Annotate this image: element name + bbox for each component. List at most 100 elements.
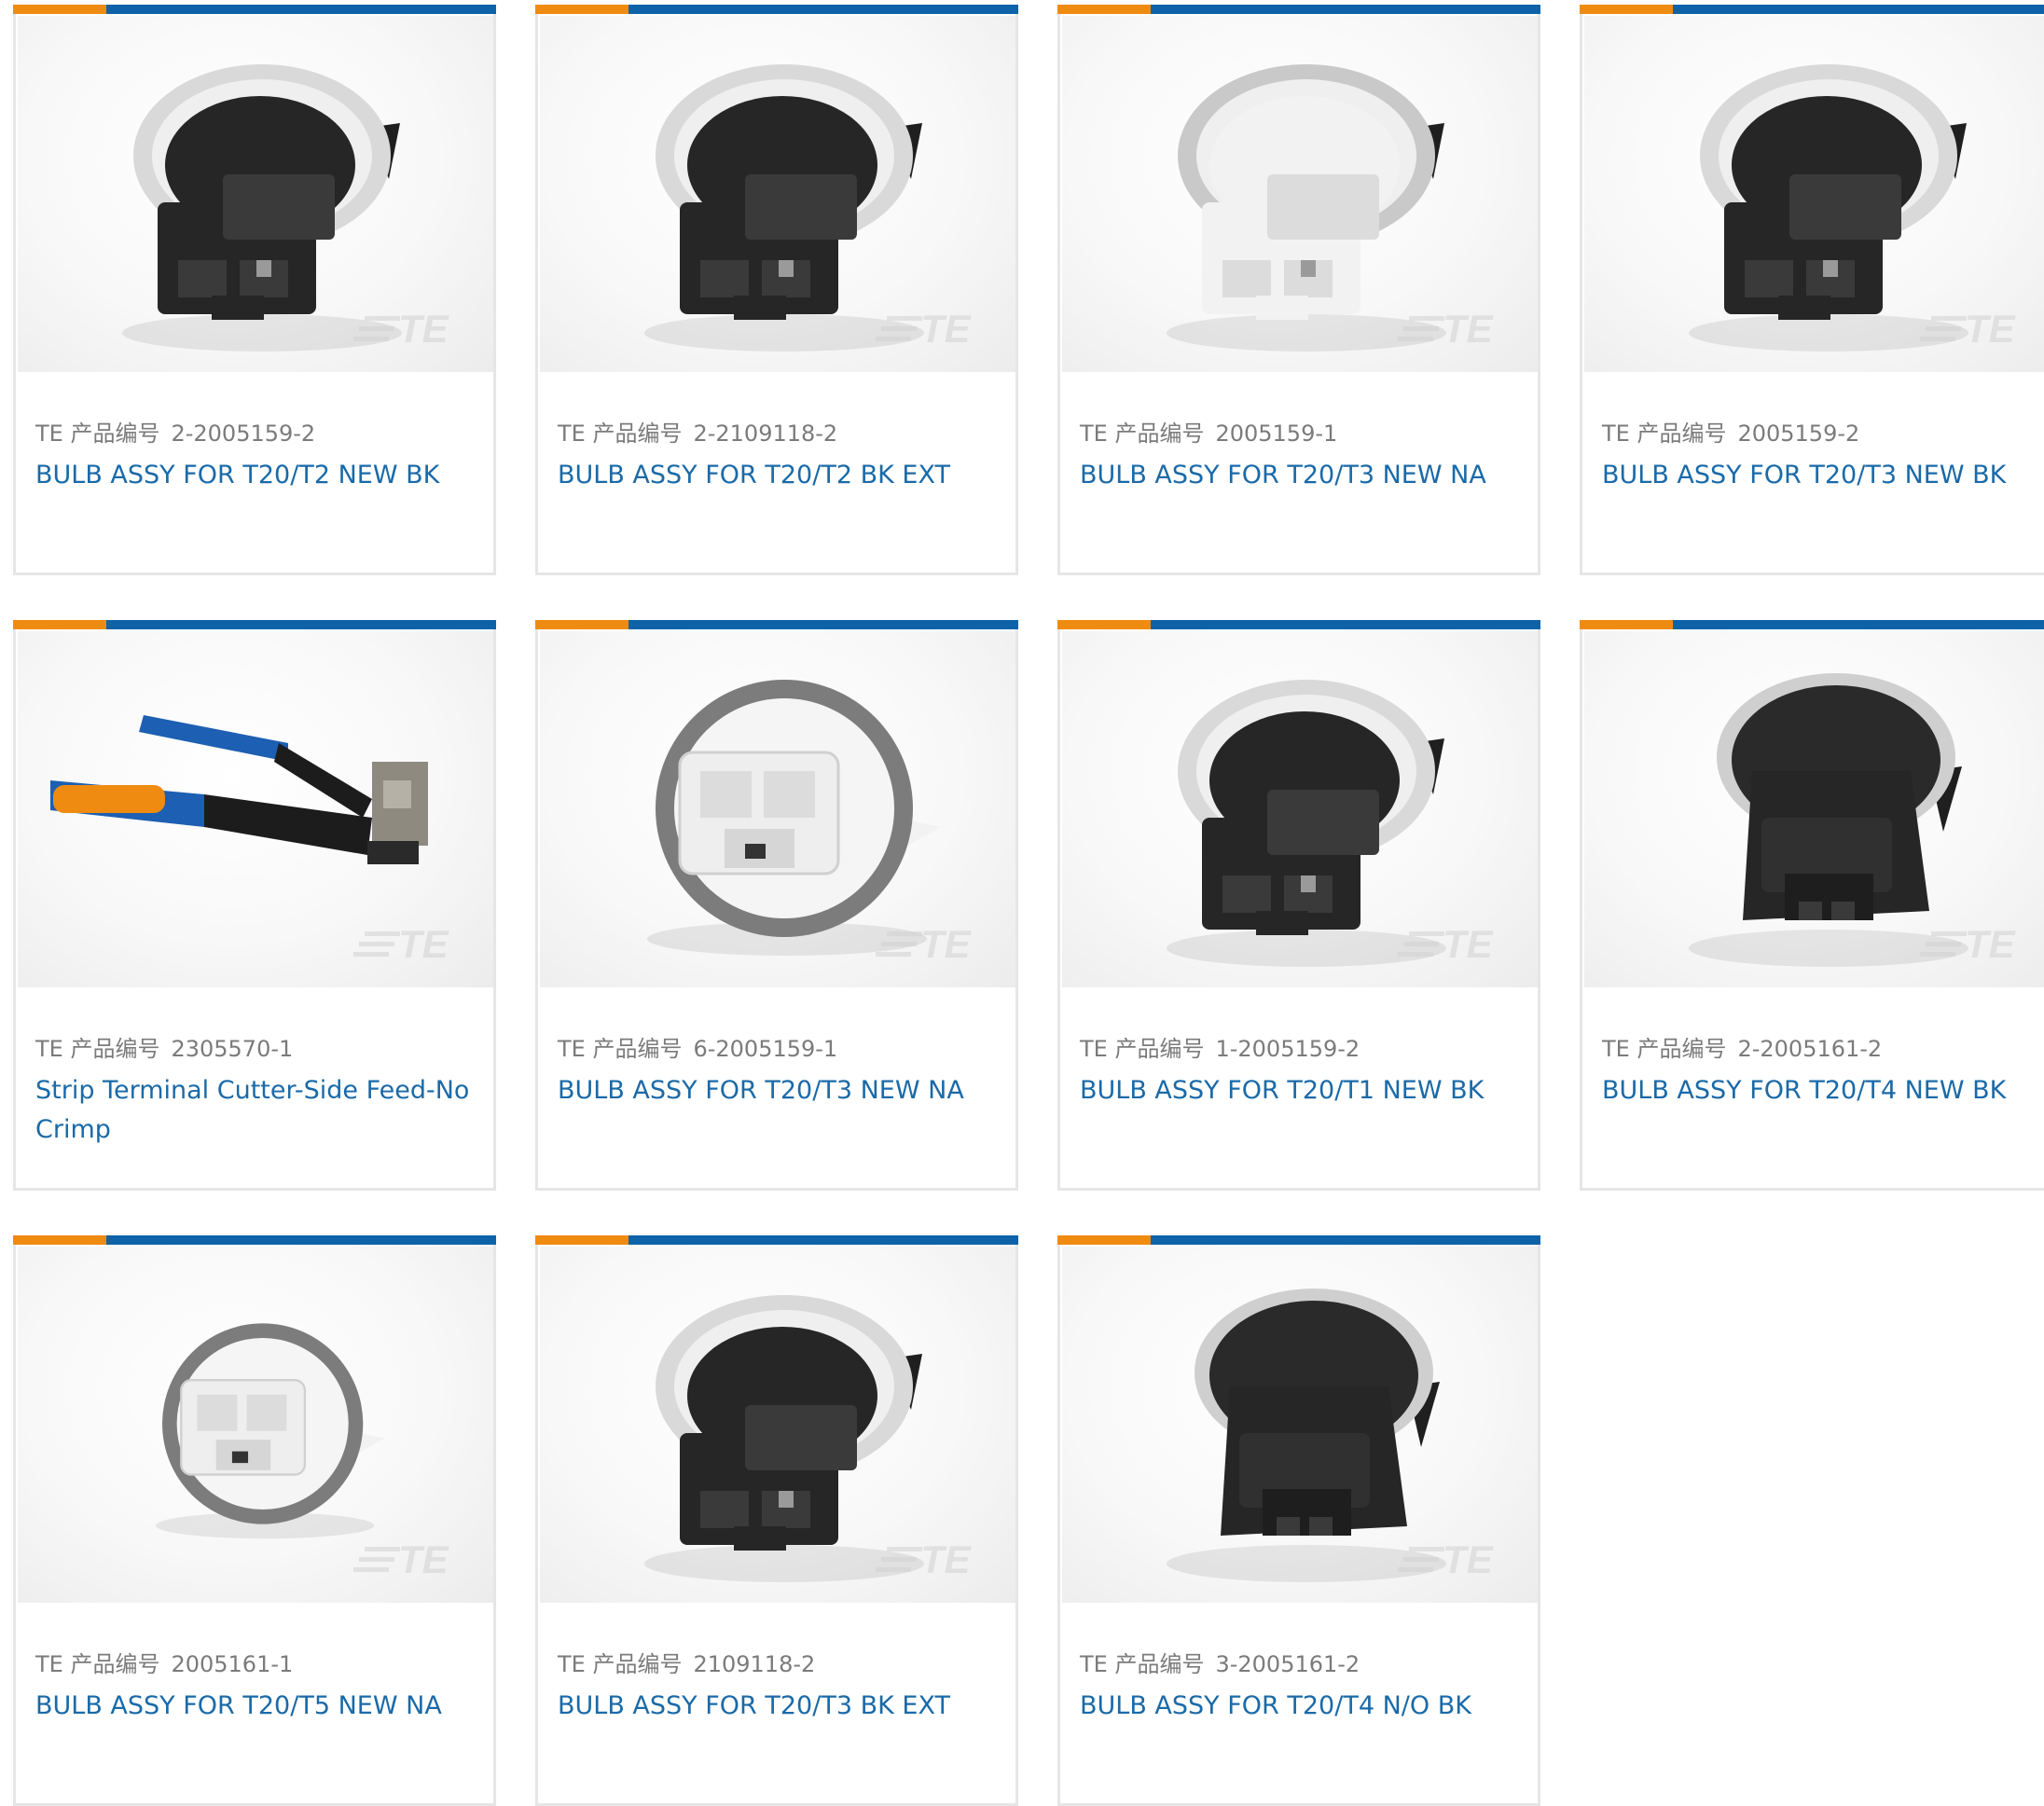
accent-bar-orange: [535, 5, 628, 14]
accent-bar-orange: [13, 1235, 106, 1245]
svg-text:TE: TE: [398, 1537, 450, 1581]
card-accent-bar: [1057, 620, 1540, 629]
product-card[interactable]: TE TE 产品编号 2109118-2 BULB ASSY FOR T20/T3 B…: [535, 1235, 1018, 1806]
card-accent-bar: [13, 5, 496, 14]
part-number-line: TE 产品编号 2005161-1: [35, 1646, 293, 1678]
svg-text:TE: TE: [920, 1537, 973, 1581]
product-image[interactable]: TE: [18, 1247, 493, 1603]
part-number: 2-2005161-2: [1737, 1036, 1883, 1062]
part-number-line: TE 产品编号 2305570-1: [35, 1030, 293, 1063]
part-number-label: TE 产品编号: [35, 1036, 160, 1062]
card-accent-bar: [535, 620, 1018, 629]
product-card[interactable]: TE TE 产品编号 2005159-2 BULB ASSY FOR T20/T3 N…: [1580, 5, 2044, 575]
product-card[interactable]: TE TE 产品编号 2305570-1 Strip Terminal Cutter-…: [13, 620, 496, 1191]
product-image[interactable]: TE: [1584, 16, 2044, 372]
svg-text:TE: TE: [1965, 307, 2017, 351]
product-image[interactable]: TE: [540, 1247, 1015, 1603]
svg-text:TE: TE: [1443, 1537, 1495, 1581]
product-title-link[interactable]: BULB ASSY FOR T20/T1 NEW BK: [1080, 1071, 1518, 1110]
part-number-label: TE 产品编号: [35, 420, 160, 447]
accent-bar-blue: [1673, 620, 2044, 629]
part-number-label: TE 产品编号: [558, 1651, 683, 1677]
product-card[interactable]: TE TE 产品编号 6-2005159-1 BULB ASSY FOR T20/T3…: [535, 620, 1018, 1191]
product-title-link[interactable]: BULB ASSY FOR T20/T4 NEW BK: [1602, 1071, 2040, 1110]
part-number-line: TE 产品编号 2-2109118-2: [558, 415, 837, 448]
product-image[interactable]: TE: [1062, 631, 1538, 987]
product-title-link[interactable]: Strip Terminal Cutter-Side Feed-No Crimp: [35, 1071, 474, 1150]
product-image[interactable]: TE: [540, 631, 1015, 987]
product-grid: TE TE 产品编号 2-2005159-2 BULB ASSY FOR T20/T2…: [0, 0, 2044, 1806]
part-number-label: TE 产品编号: [35, 1651, 160, 1677]
product-title-link[interactable]: BULB ASSY FOR T20/T3 NEW BK: [1602, 456, 2040, 495]
svg-text:TE: TE: [920, 307, 973, 351]
accent-bar-orange: [1580, 5, 1673, 14]
part-number-label: TE 产品编号: [1080, 1036, 1205, 1062]
part-number: 2305570-1: [171, 1036, 294, 1062]
product-image[interactable]: TE: [540, 16, 1015, 372]
accent-bar-orange: [1057, 620, 1151, 629]
part-number-line: TE 产品编号 6-2005159-1: [558, 1030, 837, 1063]
product-card[interactable]: TE TE 产品编号 2-2005159-2 BULB ASSY FOR T20/T2…: [13, 5, 496, 575]
accent-bar-blue: [628, 1235, 1018, 1245]
part-number-label: TE 产品编号: [1080, 420, 1205, 447]
product-card[interactable]: TE TE 产品编号 1-2005159-2 BULB ASSY FOR T20/T1…: [1057, 620, 1540, 1191]
part-number: 2005161-1: [171, 1651, 294, 1677]
product-card[interactable]: TE TE 产品编号 2-2005161-2 BULB ASSY FOR T20/T4…: [1580, 620, 2044, 1191]
card-accent-bar: [1057, 5, 1540, 14]
part-number: 1-2005159-2: [1215, 1036, 1360, 1062]
part-number-label: TE 产品编号: [1080, 1651, 1205, 1677]
product-title-link[interactable]: BULB ASSY FOR T20/T5 NEW NA: [35, 1687, 474, 1726]
accent-bar-blue: [1151, 5, 1540, 14]
part-number-line: TE 产品编号 1-2005159-2: [1080, 1030, 1360, 1063]
accent-bar-blue: [106, 5, 496, 14]
accent-bar-blue: [1151, 620, 1540, 629]
accent-bar-orange: [13, 620, 106, 629]
te-watermark: TE: [353, 1537, 450, 1581]
accent-bar-blue: [106, 620, 496, 629]
card-accent-bar: [1057, 1235, 1540, 1245]
part-number-line: TE 产品编号 2005159-1: [1080, 415, 1337, 448]
te-watermark: TE: [353, 922, 450, 966]
card-accent-bar: [13, 620, 496, 629]
product-title-link[interactable]: BULB ASSY FOR T20/T4 N/O BK: [1080, 1687, 1518, 1726]
product-image[interactable]: TE: [1062, 1247, 1538, 1603]
product-title-link[interactable]: BULB ASSY FOR T20/T3 NEW NA: [1080, 456, 1518, 495]
card-accent-bar: [13, 1235, 496, 1245]
accent-bar-blue: [1673, 5, 2044, 14]
product-title-link[interactable]: BULB ASSY FOR T20/T2 NEW BK: [35, 456, 474, 495]
product-title-link[interactable]: BULB ASSY FOR T20/T2 BK EXT: [558, 456, 996, 495]
product-card[interactable]: TE TE 产品编号 2-2109118-2 BULB ASSY FOR T20/T2…: [535, 5, 1018, 575]
product-card[interactable]: TE TE 产品编号 2005161-1 BULB ASSY FOR T20/T5 N…: [13, 1235, 496, 1806]
product-card[interactable]: TE TE 产品编号 2005159-1 BULB ASSY FOR T20/T3 N…: [1057, 5, 1540, 575]
card-accent-bar: [1580, 5, 2044, 14]
accent-bar-orange: [535, 1235, 628, 1245]
svg-text:TE: TE: [398, 307, 450, 351]
part-number: 2-2109118-2: [693, 420, 838, 447]
svg-text:TE: TE: [1443, 922, 1495, 966]
part-number-line: TE 产品编号 2005159-2: [1602, 415, 1859, 448]
part-number: 2-2005159-2: [171, 420, 316, 447]
part-number: 2005159-1: [1215, 420, 1338, 447]
part-number: 2109118-2: [693, 1651, 816, 1677]
product-image[interactable]: TE: [18, 631, 493, 987]
part-number: 6-2005159-1: [693, 1036, 838, 1062]
part-number-line: TE 产品编号 2-2005159-2: [35, 415, 315, 448]
part-number-line: TE 产品编号 3-2005161-2: [1080, 1646, 1360, 1678]
part-number-line: TE 产品编号 2-2005161-2: [1602, 1030, 1882, 1063]
product-card[interactable]: TE TE 产品编号 3-2005161-2 BULB ASSY FOR T20/T4…: [1057, 1235, 1540, 1806]
product-image[interactable]: TE: [1584, 631, 2044, 987]
accent-bar-blue: [106, 1235, 496, 1245]
card-accent-bar: [535, 5, 1018, 14]
part-number-label: TE 产品编号: [558, 420, 683, 447]
accent-bar-orange: [1057, 1235, 1151, 1245]
product-image[interactable]: TE: [18, 16, 493, 372]
part-number-label: TE 产品编号: [1602, 1036, 1727, 1062]
part-number-label: TE 产品编号: [558, 1036, 683, 1062]
card-accent-bar: [535, 1235, 1018, 1245]
accent-bar-blue: [1151, 1235, 1540, 1245]
product-title-link[interactable]: BULB ASSY FOR T20/T3 BK EXT: [558, 1687, 996, 1726]
part-number-line: TE 产品编号 2109118-2: [558, 1646, 815, 1678]
product-image[interactable]: TE: [1062, 16, 1538, 372]
accent-bar-orange: [535, 620, 628, 629]
product-title-link[interactable]: BULB ASSY FOR T20/T3 NEW NA: [558, 1071, 996, 1110]
